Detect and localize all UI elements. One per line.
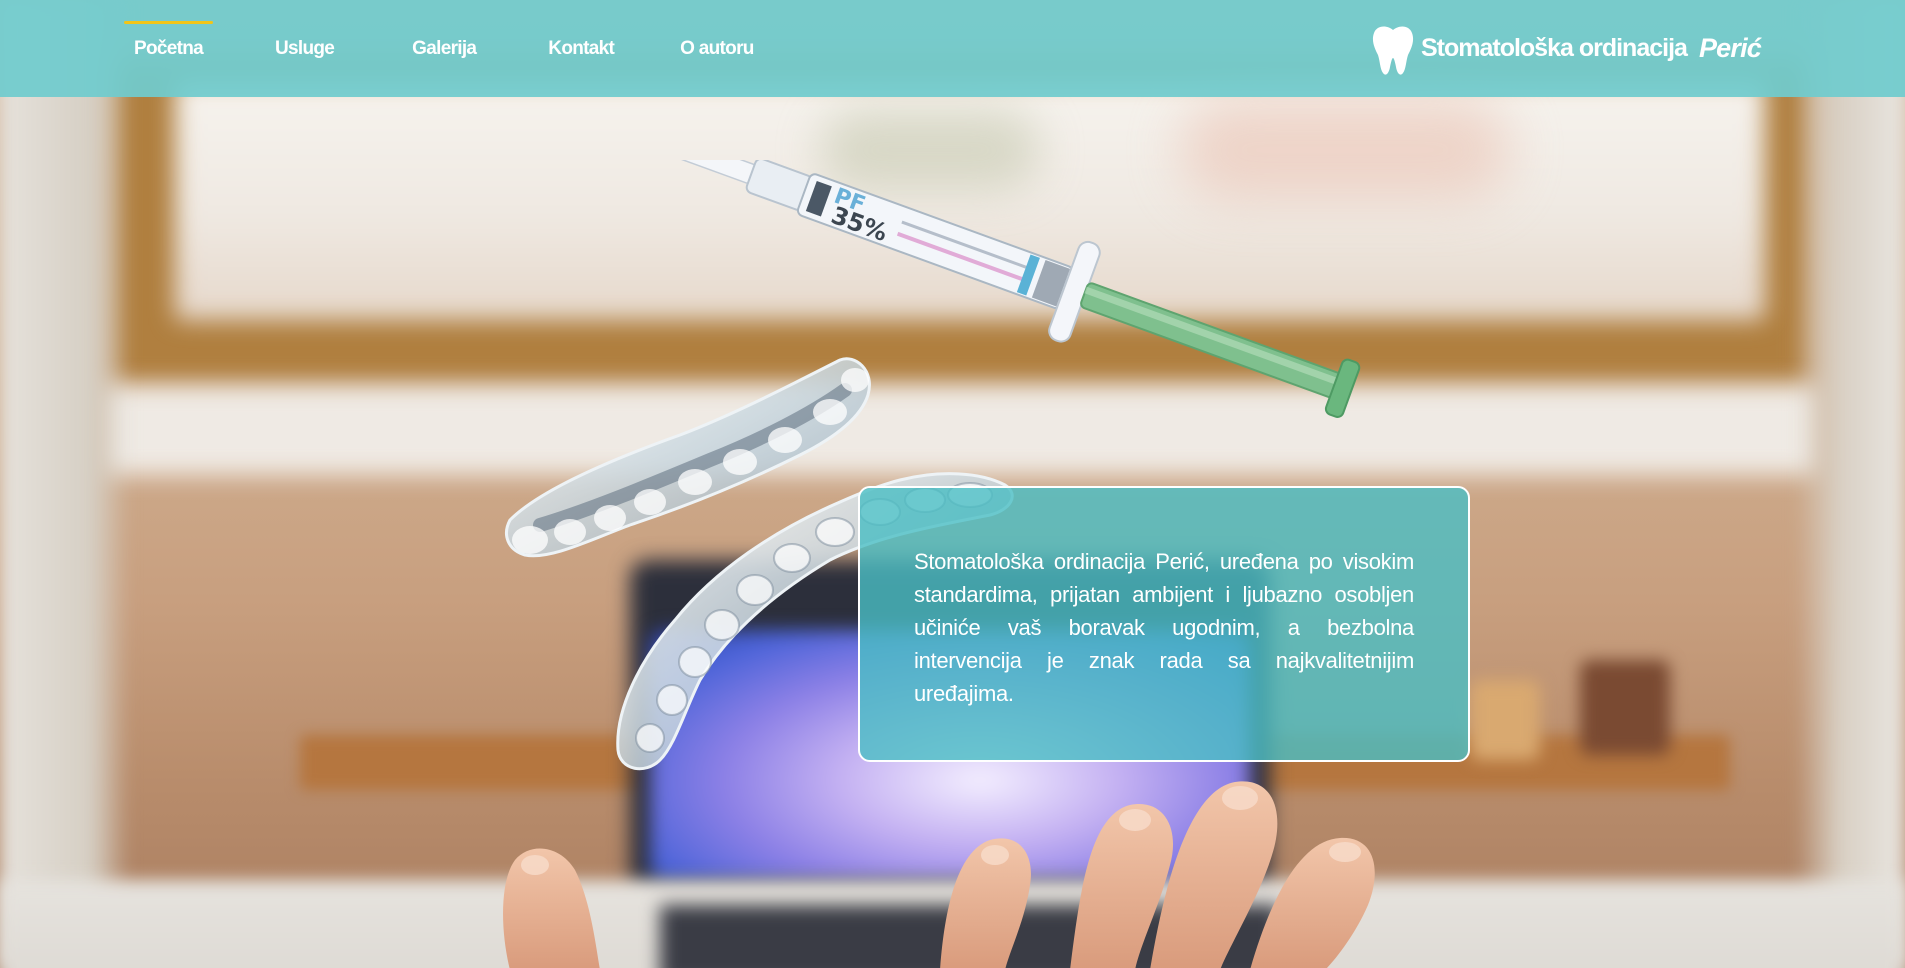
brand-name: Stomatološka ordinacija [1420, 34, 1688, 62]
tooth-icon [1372, 26, 1414, 75]
top-navbar: Početna Usluge Galerija Kontakt O autoru… [0, 0, 1905, 97]
background-left-wall [0, 0, 130, 968]
info-card-text: Stomatološka ordinacija Perić, uređena p… [914, 549, 1414, 706]
info-card: Stomatološka ordinacija Perić, uređena p… [858, 486, 1470, 762]
nav-link-galerija[interactable]: Galerija [402, 0, 486, 97]
nav-link-pocetna[interactable]: Početna [124, 0, 214, 97]
nav-link-o-autoru[interactable]: O autoru [670, 0, 764, 97]
brand-logo-link[interactable]: Stomatološka ordinacija Perić [1371, 0, 1762, 97]
brand-surname: Perić [1698, 33, 1762, 63]
background-right-wall [1795, 0, 1905, 968]
background-jar [1470, 680, 1540, 760]
main-navigation: Početna Usluge Galerija Kontakt O autoru [124, 0, 808, 97]
nav-link-usluge[interactable]: Usluge [265, 0, 344, 97]
nav-link-kontakt[interactable]: Kontakt [538, 0, 624, 97]
hand-image [503, 781, 1375, 968]
background-jar [1580, 660, 1670, 755]
whitening-syringe-image: PF 35% [632, 160, 1361, 418]
page: PF 35% Početna Usluge Galerija Kontakt O… [0, 0, 1905, 968]
